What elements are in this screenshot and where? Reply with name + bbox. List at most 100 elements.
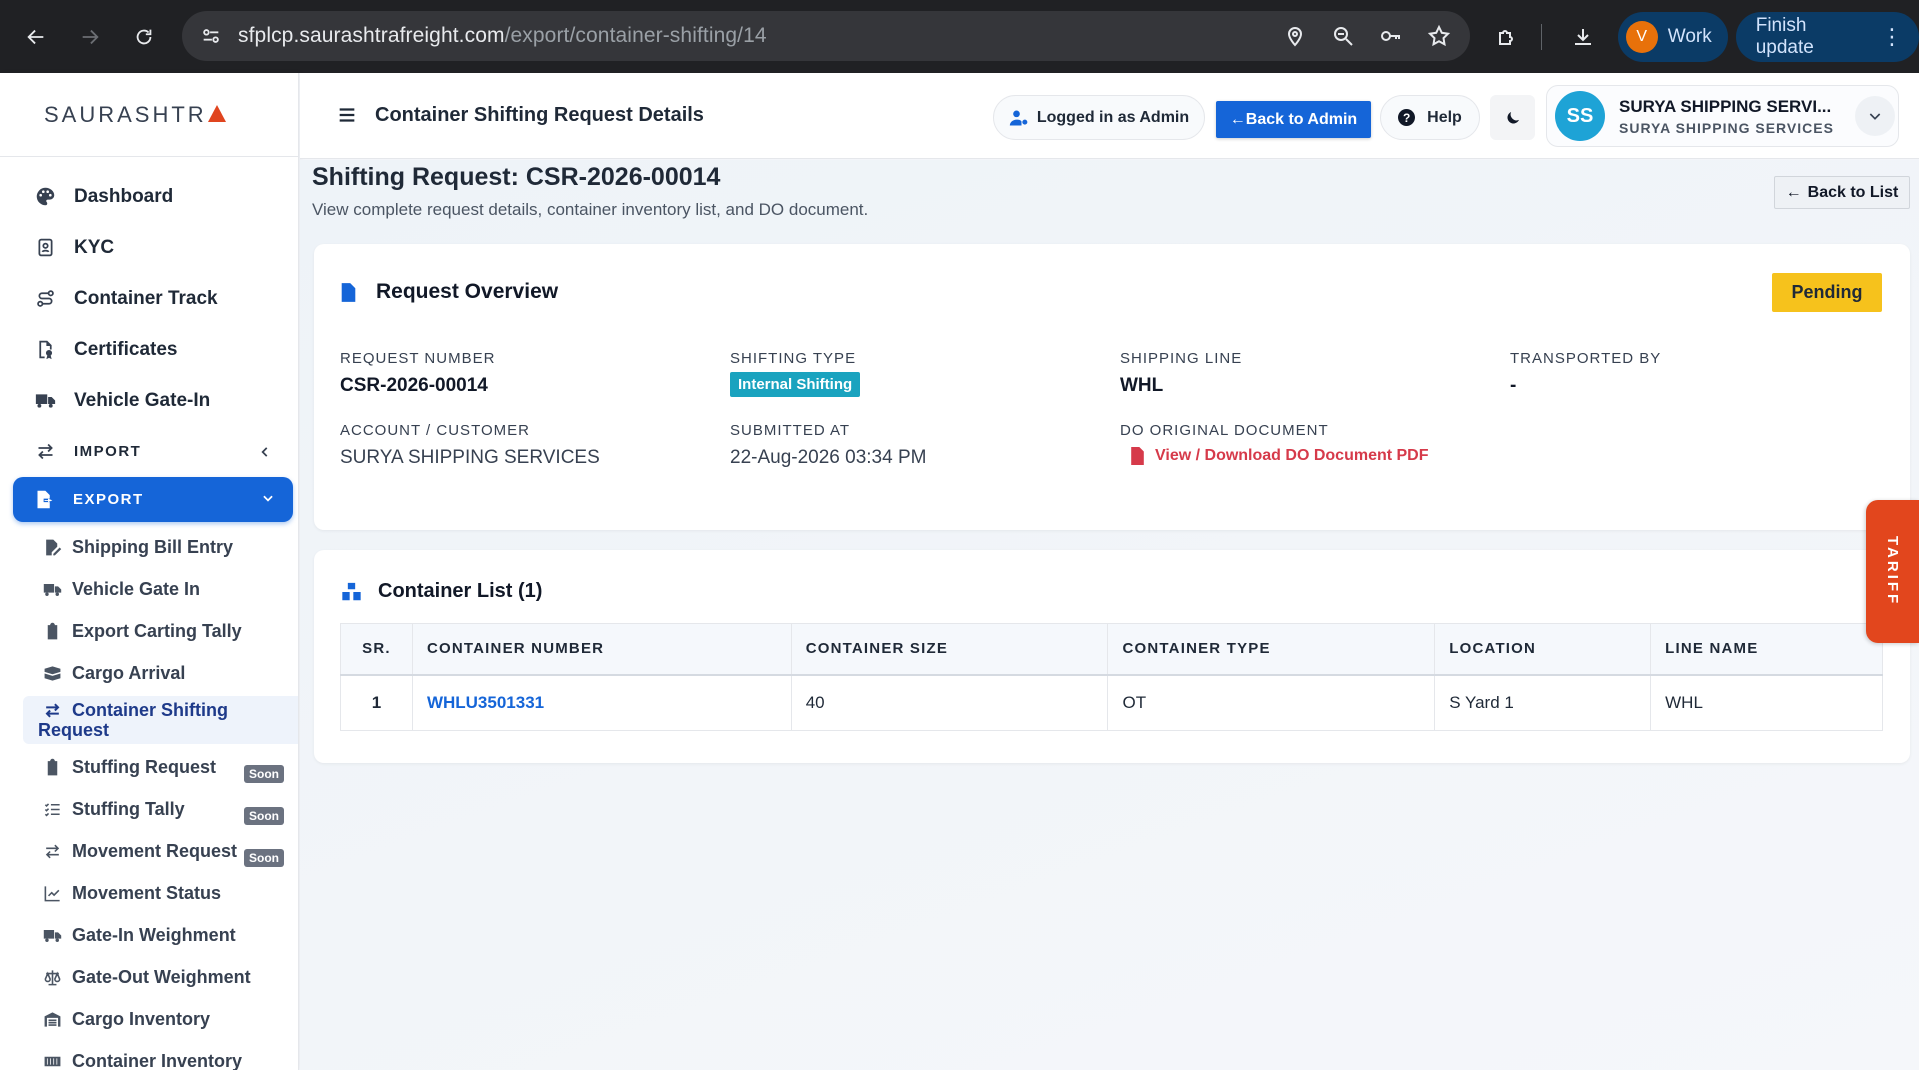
sidebar-item-cargo-inventory[interactable]: Cargo Inventory (0, 998, 298, 1040)
cell-sr: 1 (340, 674, 413, 731)
palette-icon (34, 186, 56, 208)
back-to-admin-button[interactable]: ← Back to Admin (1216, 101, 1371, 138)
user-account-menu[interactable]: SS SURYA SHIPPING SERVI... SURYA SHIPPIN… (1546, 85, 1899, 147)
site-settings-icon[interactable] (198, 23, 224, 49)
sidebar-item-kyc[interactable]: KYC (0, 222, 298, 273)
soon-badge: Soon (244, 807, 284, 825)
logged-in-as-admin-button[interactable]: Logged in as Admin (993, 95, 1205, 140)
back-to-list-button[interactable]: ← Back to List (1774, 176, 1910, 209)
finish-update-button[interactable]: Finish update ⋮ (1735, 11, 1919, 62)
sidebar-item-stuffing-request[interactable]: Stuffing Request Soon (0, 746, 298, 788)
zoom-icon[interactable] (1330, 23, 1356, 49)
chevron-down-icon[interactable] (1855, 96, 1895, 136)
column-header-location: LOCATION (1434, 623, 1652, 676)
field-label: ACCOUNT / CUSTOMER (340, 422, 530, 439)
back-arrow-icon[interactable] (16, 17, 56, 57)
sidebar-item-label: Shipping Bill Entry (72, 536, 233, 557)
sidebar-section-export[interactable]: EXPORT (13, 477, 293, 522)
browser-toolbar: sfplcp.saurashtrafreight.com/export/cont… (0, 0, 1919, 73)
sidebar-item-vehicle-gate-in[interactable]: Vehicle Gate-In (0, 375, 298, 426)
sidebar-item-export-carting-tally[interactable]: Export Carting Tally (0, 610, 298, 652)
logged-in-label: Logged in as Admin (1036, 108, 1190, 126)
shipping-line-field: SHIPPING LINE WHL (1120, 350, 1242, 397)
sidebar-item-label: Container Shifting (72, 700, 228, 720)
page-title: Container Shifting Request Details (375, 104, 704, 126)
user-gear-icon (1009, 110, 1028, 125)
request-overview-title: Request Overview (340, 280, 558, 304)
sidebar-item-cargo-arrival[interactable]: Cargo Arrival (0, 652, 298, 694)
request-overview-card: Request Overview Pending REQUEST NUMBER … (314, 244, 1910, 530)
sidebar-item-shipping-bill-entry[interactable]: Shipping Bill Entry (0, 526, 298, 568)
file-pdf-icon (1131, 447, 1144, 465)
download-icon[interactable] (1566, 20, 1599, 54)
line-chart-icon (42, 883, 62, 903)
request-number-field: REQUEST NUMBER CSR-2026-00014 (340, 350, 495, 397)
address-bar[interactable]: sfplcp.saurashtrafreight.com/export/cont… (182, 11, 1470, 61)
container-number-link[interactable]: WHLU3501331 (427, 693, 544, 712)
do-document-link-label: View / Download DO Document PDF (1155, 447, 1429, 464)
sidebar-item-stuffing-tally[interactable]: Stuffing Tally Soon (0, 788, 298, 830)
cell-container-type: OT (1107, 674, 1436, 731)
more-vert-icon: ⋮ (1881, 23, 1904, 49)
field-label: SHIPPING LINE (1120, 350, 1243, 367)
theme-toggle-button[interactable] (1490, 95, 1535, 140)
sidebar-item-container-inventory[interactable]: Container Inventory (0, 1040, 298, 1070)
file-text-icon (340, 281, 360, 303)
profile-button[interactable]: V Work (1617, 11, 1728, 62)
boxes-icon (42, 663, 62, 683)
help-button[interactable]: ? Help (1380, 95, 1480, 140)
table-header-row: SR. CONTAINER NUMBER CONTAINER SIZE CONT… (340, 623, 1883, 676)
location-pin-icon[interactable] (1282, 23, 1308, 49)
back-to-admin-label: Back to Admin (1245, 110, 1358, 128)
sidebar-item-movement-request[interactable]: Movement Request Soon (0, 830, 298, 872)
sidebar-item-label: Container Track (74, 287, 218, 309)
column-header-sr: SR. (340, 623, 413, 676)
sidebar-item-certificates[interactable]: Certificates (0, 324, 298, 375)
brand-triangle-icon (207, 105, 226, 122)
do-document-link[interactable]: View / Download DO Document PDF (1130, 447, 1429, 465)
container-list-card: Container List (1) SR. CONTAINER NUMBER … (314, 550, 1910, 763)
password-key-icon[interactable] (1378, 23, 1404, 49)
url-text: sfplcp.saurashtrafreight.com/export/cont… (238, 24, 767, 47)
column-header-container-size: CONTAINER SIZE (790, 623, 1109, 676)
reload-icon[interactable] (124, 17, 164, 57)
sidebar-item-label: Export Carting Tally (72, 620, 242, 641)
field-value: CSR-2026-00014 (340, 375, 488, 396)
bookmark-star-icon[interactable] (1426, 23, 1452, 49)
card-title-label: Request Overview (376, 280, 559, 303)
clipboard-check-icon (42, 757, 62, 777)
user-name: SURYA SHIPPING SERVI... (1619, 96, 1832, 116)
sidebar-item-label: Vehicle Gate-In (74, 389, 211, 411)
shifting-type-field: SHIFTING TYPE Internal Shifting (730, 350, 861, 397)
sidebar-menu: Dashboard KYC Container Track Certificat… (0, 157, 298, 1070)
sidebar-item-movement-status[interactable]: Movement Status (0, 872, 298, 914)
cell-container-number: WHLU3501331 (411, 674, 792, 731)
sidebar-item-container-track[interactable]: Container Track (0, 273, 298, 324)
sidebar-item-dashboard[interactable]: Dashboard (0, 171, 298, 222)
profile-label: Work (1667, 25, 1712, 47)
top-header: Container Shifting Request Details Logge… (300, 73, 1919, 159)
sidebar-item-label: Vehicle Gate In (72, 578, 201, 599)
finish-update-label: Finish update (1755, 14, 1814, 58)
sidebar-item-gate-out-weighment[interactable]: Gate-Out Weighment (0, 956, 298, 998)
hamburger-menu-icon[interactable] (336, 104, 358, 126)
sidebar-section-import[interactable]: IMPORT (0, 426, 298, 477)
sidebar-item-gate-in-weighment[interactable]: Gate-In Weighment (0, 914, 298, 956)
sidebar-item-container-shifting-request[interactable]: Container Shifting Request (23, 696, 298, 744)
tariff-label: TARIFF (1884, 536, 1901, 607)
sidebar-item-vehicle-gate-in-export[interactable]: Vehicle Gate In (0, 568, 298, 610)
sidebar-item-label: Cargo Arrival (72, 662, 186, 683)
clipboard-icon (42, 621, 62, 641)
sidebar-item-label: KYC (74, 236, 115, 258)
field-value: WHL (1120, 375, 1164, 396)
sidebar-section-label: IMPORT (74, 443, 142, 460)
chevron-down-icon (261, 491, 275, 509)
tariff-tab-button[interactable]: TARIFF (1866, 500, 1919, 643)
transported-by-field: TRANSPORTED BY - (1510, 350, 1661, 397)
forward-arrow-icon[interactable] (70, 17, 110, 57)
extensions-puzzle-icon[interactable] (1490, 20, 1523, 54)
brand-logo[interactable]: SAURASHTR (0, 73, 298, 157)
container-table: SR. CONTAINER NUMBER CONTAINER SIZE CONT… (340, 623, 1883, 731)
column-header-line-name: LINE NAME (1650, 623, 1883, 676)
request-subheading: View complete request details, container… (312, 200, 869, 219)
